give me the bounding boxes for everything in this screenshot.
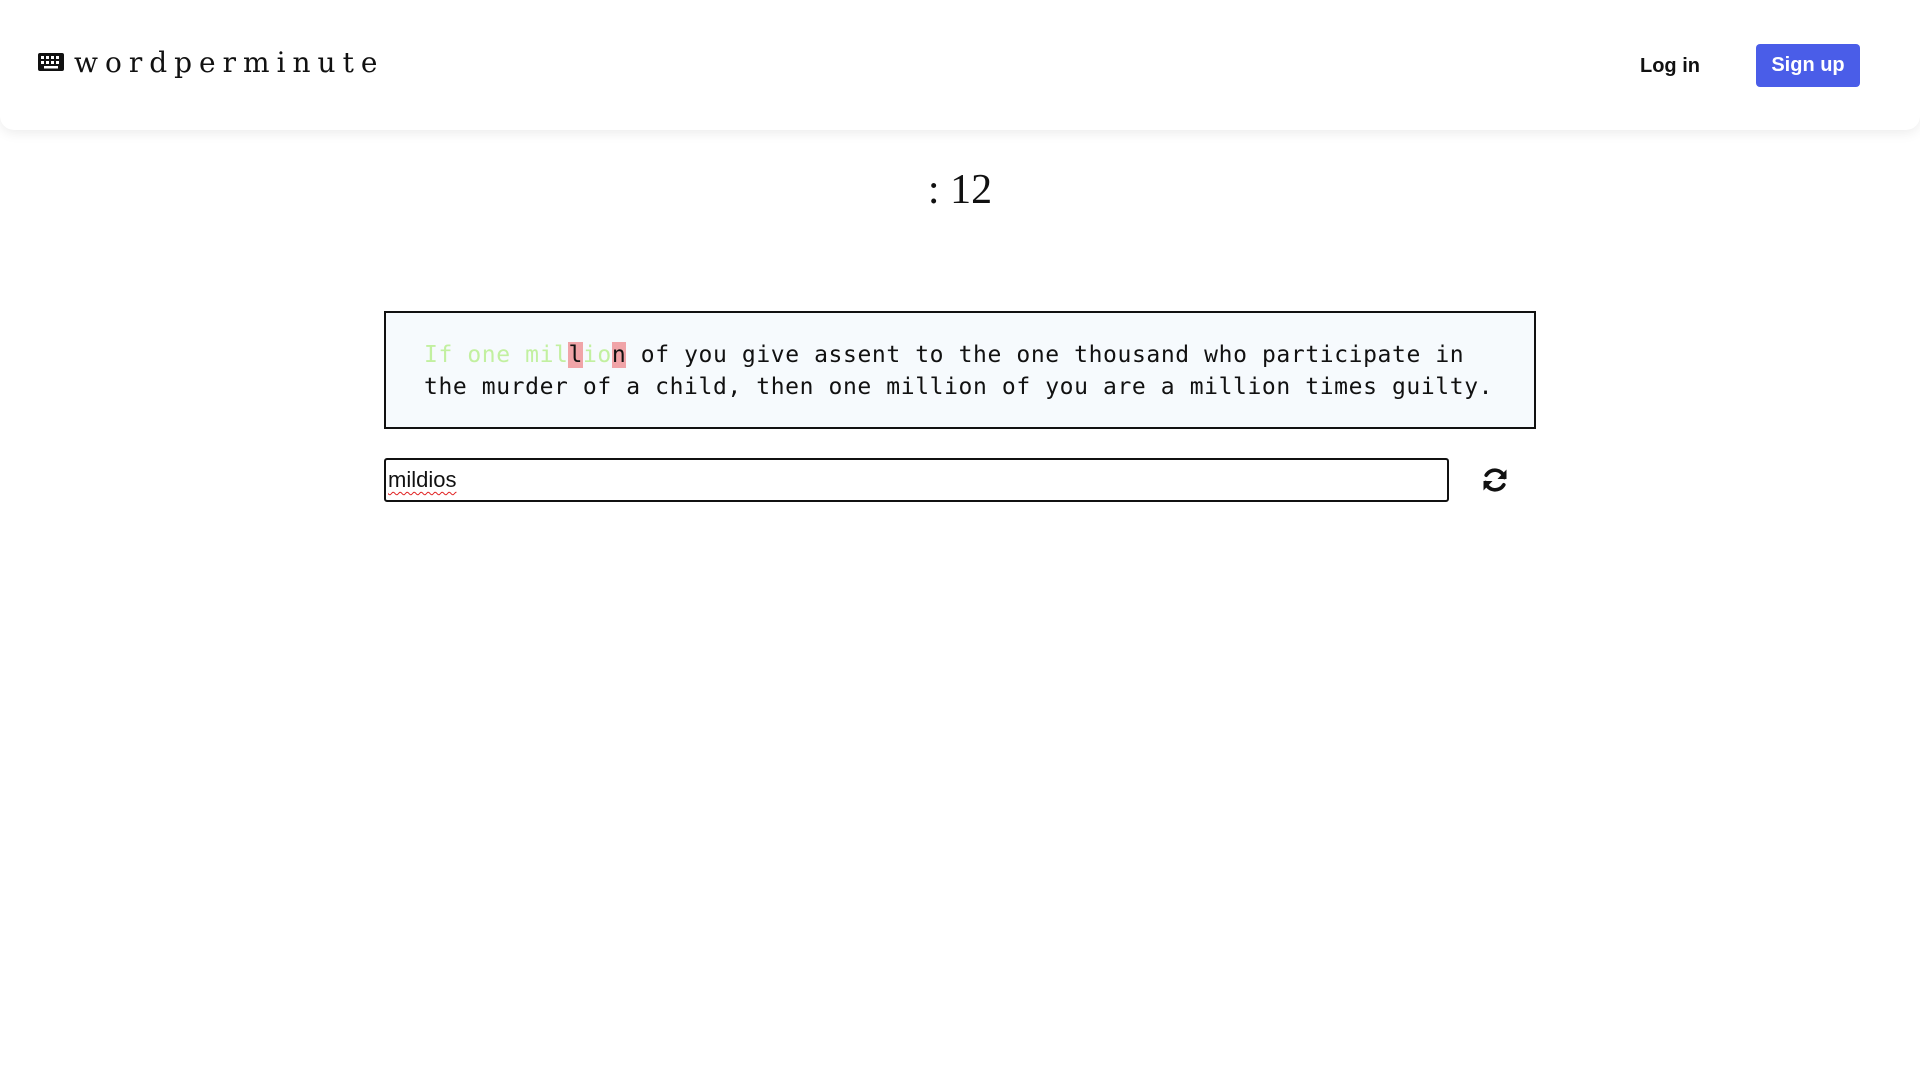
brand-logo[interactable]: wordperminute xyxy=(38,42,384,82)
keyboard-icon xyxy=(38,53,64,71)
login-link[interactable]: Log in xyxy=(1600,46,1740,86)
pending-text: of you give assent to the one thousand w… xyxy=(626,342,1465,368)
typed-wrong-char: l xyxy=(568,342,583,368)
refresh-icon xyxy=(1483,468,1507,492)
typing-input-value: mildios xyxy=(388,467,457,492)
typed-correct-text: If one mil xyxy=(424,342,569,368)
typing-input[interactable]: mildios xyxy=(384,458,1449,502)
signup-button[interactable]: Sign up xyxy=(1756,44,1860,87)
brand-name: wordperminute xyxy=(74,45,385,79)
countdown-timer: : 12 xyxy=(927,167,993,213)
current-char: n xyxy=(611,342,627,368)
reset-button[interactable] xyxy=(1477,462,1513,498)
typed-correct-text: io xyxy=(582,342,612,368)
pending-text-line-2: the murder of a child, then one million … xyxy=(424,374,1494,400)
top-navbar: wordperminute Log in Sign up xyxy=(0,0,1920,130)
typing-passage: If one million of you give assent to the… xyxy=(384,311,1536,429)
input-row: mildios xyxy=(384,458,1536,502)
